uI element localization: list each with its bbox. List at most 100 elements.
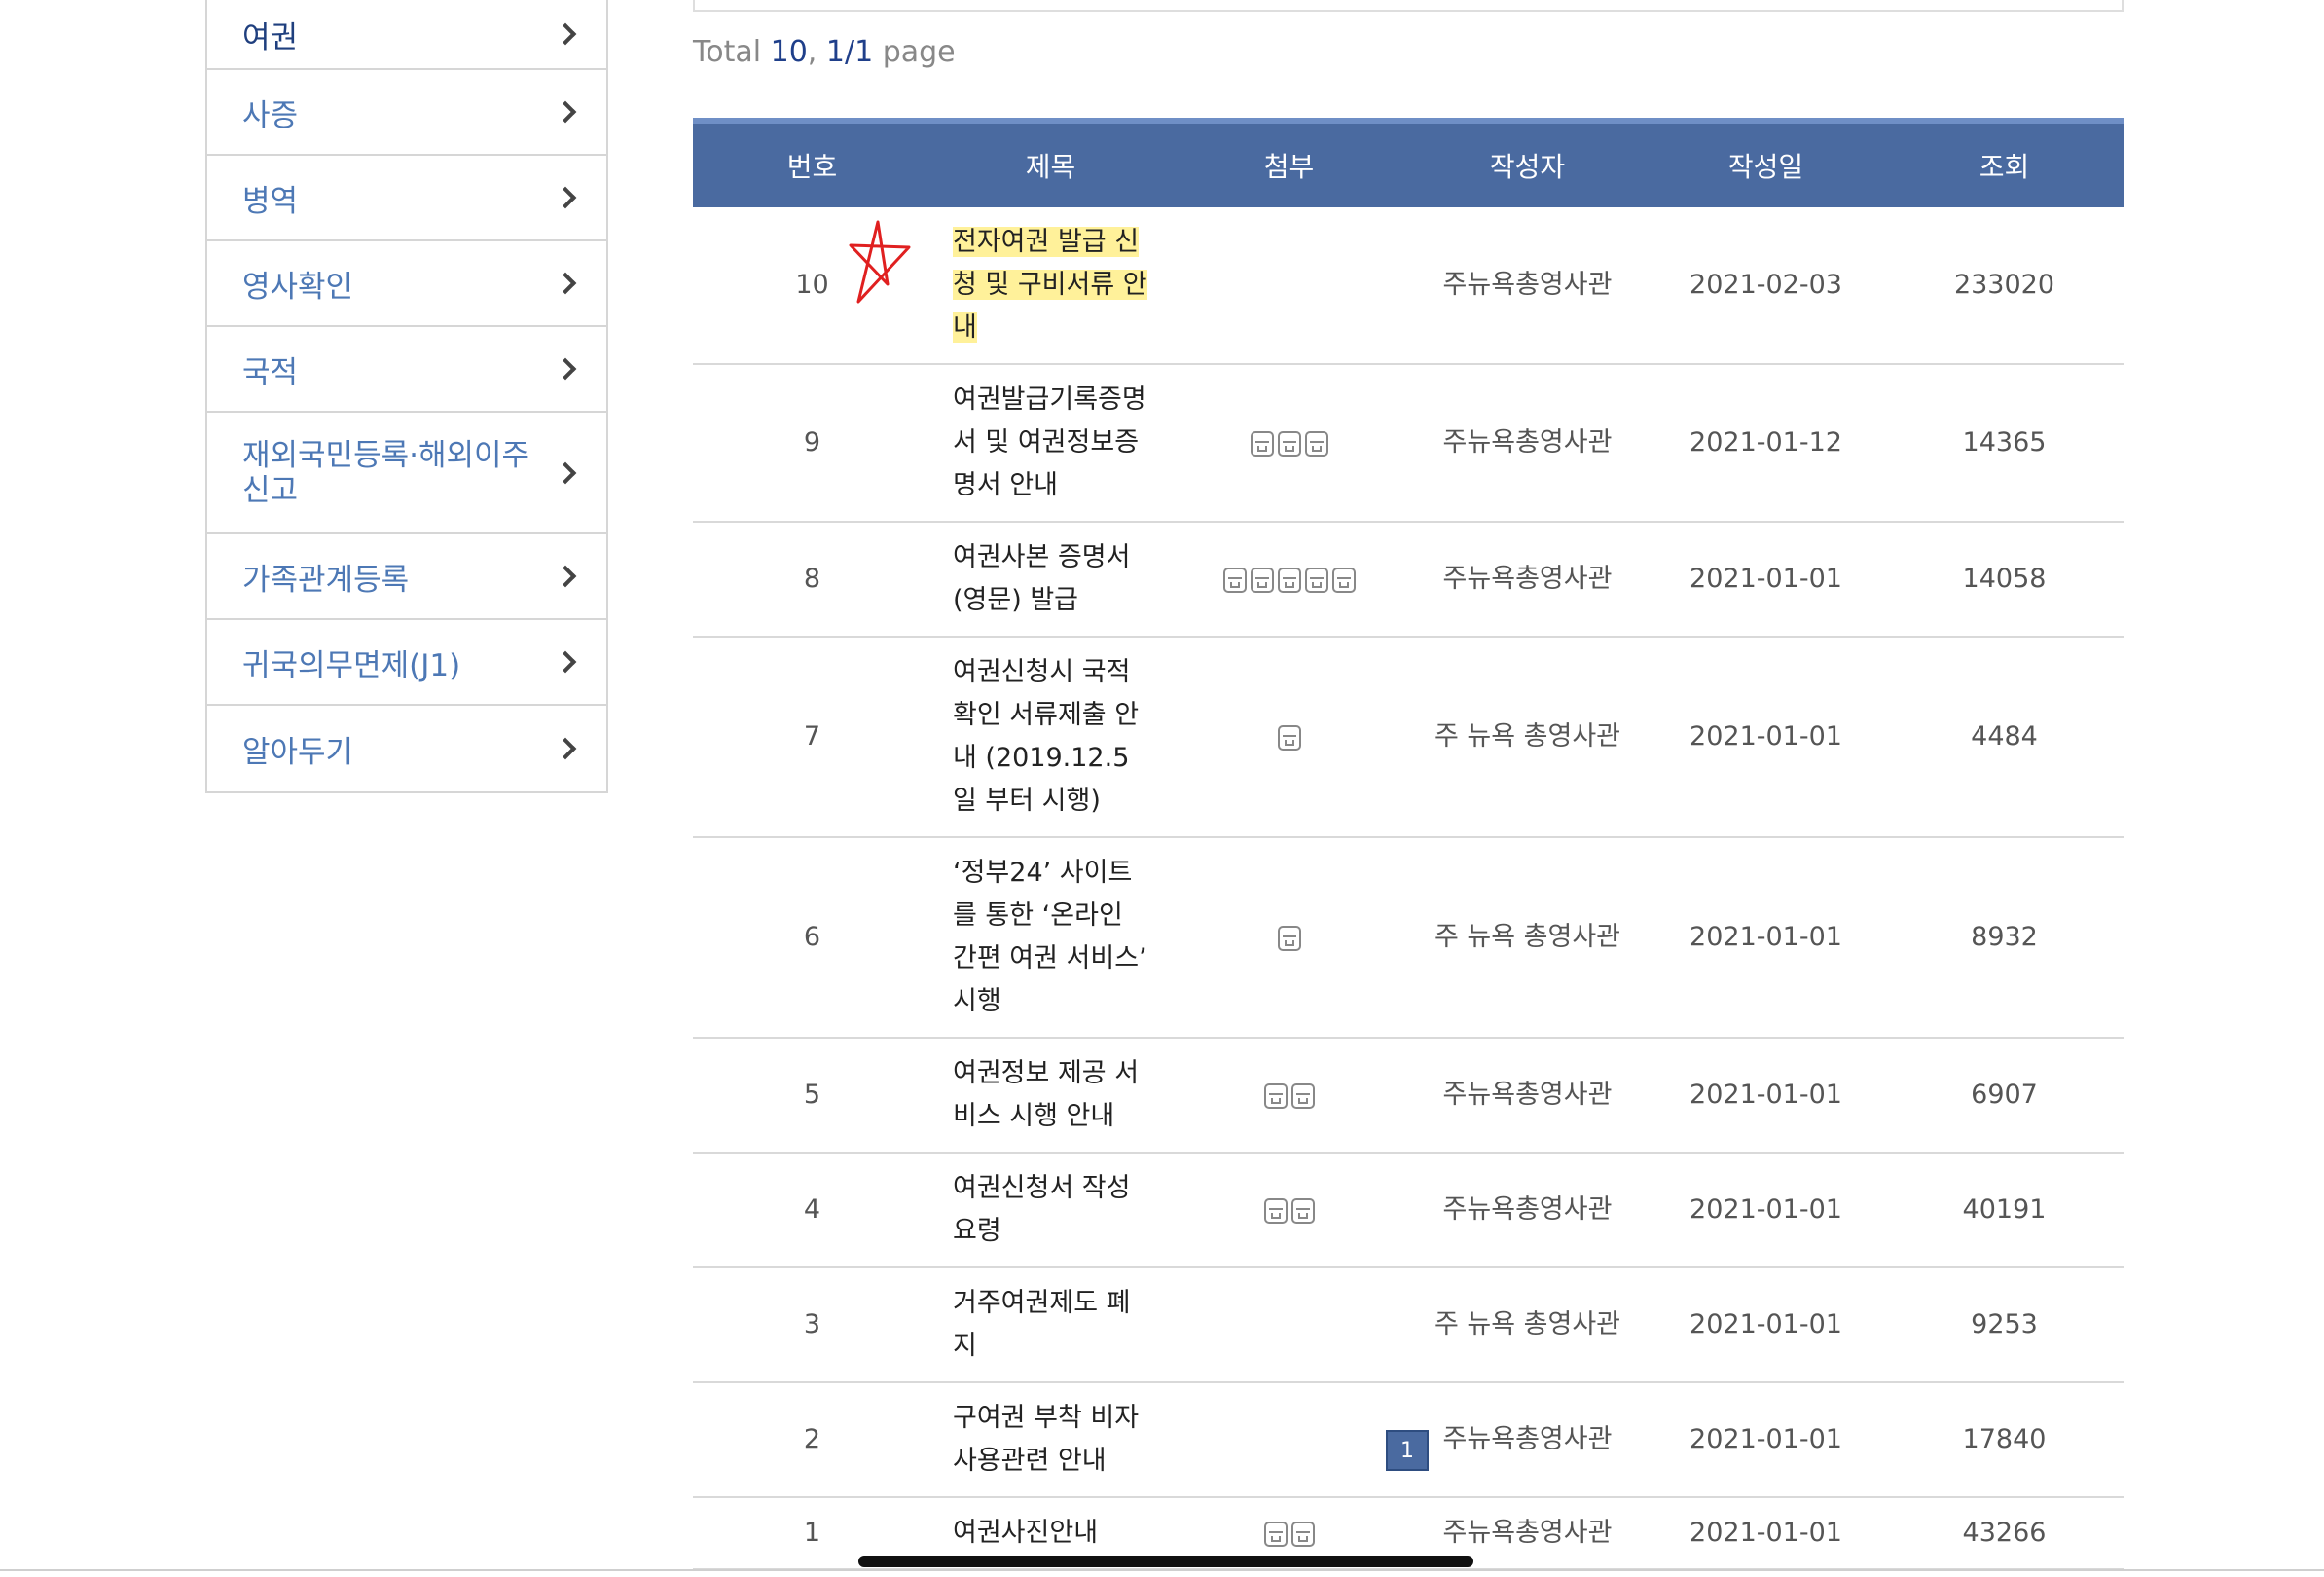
row-number: 7 xyxy=(693,637,931,838)
attachment-icon[interactable] xyxy=(1263,1082,1288,1109)
row-date: 2021-01-01 xyxy=(1647,837,1885,1039)
column-header-number: 번호 xyxy=(786,151,838,183)
row-views: 233020 xyxy=(1885,207,2124,365)
row-number: 4 xyxy=(693,1153,931,1268)
attachment-icon[interactable] xyxy=(1290,1082,1315,1109)
chevron-right-icon xyxy=(554,737,577,760)
row-attachments xyxy=(1170,1038,1408,1154)
attachment-icon[interactable] xyxy=(1277,724,1301,751)
sidebar-item-nationality[interactable]: 국적 xyxy=(207,327,606,413)
attachment-icon[interactable] xyxy=(1304,567,1328,593)
attachment-icon[interactable] xyxy=(1277,430,1301,457)
attachment-icon[interactable] xyxy=(1263,1521,1288,1547)
search-panel-bottom xyxy=(693,0,2124,12)
row-title-link[interactable]: 여권신청시 국적확인 서류제출 안내 (2019.12.5일 부터 시행) xyxy=(953,657,1139,816)
sidebar-item-label: 알아두기 xyxy=(242,734,354,770)
row-views: 8932 xyxy=(1885,837,2124,1039)
attachment-icon[interactable] xyxy=(1331,567,1356,593)
home-indicator[interactable] xyxy=(858,1556,1473,1567)
row-number: 6 xyxy=(693,837,931,1039)
divider xyxy=(0,1569,2324,1571)
row-title-cell: 여권발급기록증명서 및 여권정보증명서 안내 xyxy=(931,364,1170,523)
row-title-cell: 여권신청서 작성 요령 xyxy=(931,1153,1170,1268)
attachment-icon[interactable] xyxy=(1250,430,1274,457)
row-title-link[interactable]: 여권발급기록증명서 및 여권정보증명서 안내 xyxy=(953,385,1146,500)
attachment-icon[interactable] xyxy=(1304,430,1328,457)
attachment-icon[interactable] xyxy=(1290,1521,1315,1547)
attachment-icon[interactable] xyxy=(1290,1197,1315,1224)
row-attachments xyxy=(1170,364,1408,523)
column-header-date: 작성일 xyxy=(1727,151,1804,183)
sidebar-item-visa[interactable]: 사증 xyxy=(207,70,606,156)
notice-board-table: 번호 제목 첨부 작성자 작성일 조회 10 전자여권 발급 신청 및 구비서류 … xyxy=(693,118,2124,1570)
table-row: 9 여권발급기록증명서 및 여권정보증명서 안내 주뉴욕총영사관 2021-01-12… xyxy=(693,364,2124,523)
column-header-attachment: 첨부 xyxy=(1263,151,1315,183)
row-title-cell: 여권사본 증명서 (영문) 발급 xyxy=(931,522,1170,638)
table-row: 3 거주여권제도 폐지 주 뉴욕 총영사관 2021-01-01 9253 xyxy=(693,1267,2124,1383)
attachment-icon[interactable] xyxy=(1277,925,1301,951)
row-author: 주뉴욕총영사관 xyxy=(1408,1153,1647,1268)
column-header-title: 제목 xyxy=(1025,151,1076,183)
sidebar-item-label: 사증 xyxy=(242,97,299,133)
row-author: 주뉴욕총영사관 xyxy=(1408,1382,1647,1498)
row-title-link[interactable]: 구여권 부착 비자 사용관련 안내 xyxy=(953,1403,1139,1476)
row-title-link[interactable]: 여권정보 제공 서비스 시행 안내 xyxy=(953,1058,1139,1131)
row-date: 2021-01-01 xyxy=(1647,1497,1885,1570)
row-date: 2021-01-01 xyxy=(1647,637,1885,838)
sidebar-item-overseas-registration[interactable]: 재외국민등록·해외이주 신고 xyxy=(207,413,606,534)
row-date: 2021-01-01 xyxy=(1647,1153,1885,1268)
row-date: 2021-01-01 xyxy=(1647,522,1885,638)
total-count: Total 10, 1/1 page xyxy=(693,35,956,69)
row-title-link[interactable]: 여권신청서 작성 요령 xyxy=(953,1173,1130,1246)
chevron-right-icon xyxy=(554,186,577,209)
row-author: 주 뉴욕 총영사관 xyxy=(1408,837,1647,1039)
sidebar-item-label: 귀국의무면제(J1) xyxy=(242,647,461,683)
sidebar-item-consular-confirmation[interactable]: 영사확인 xyxy=(207,241,606,327)
row-attachments xyxy=(1170,207,1408,365)
chevron-right-icon xyxy=(554,650,577,674)
row-title-link[interactable]: 여권사본 증명서 (영문) 발급 xyxy=(953,542,1130,615)
row-number: 9 xyxy=(693,364,931,523)
row-title-cell: 여권신청시 국적확인 서류제출 안내 (2019.12.5일 부터 시행) xyxy=(931,637,1170,838)
attachment-icon[interactable] xyxy=(1263,1197,1288,1224)
row-author: 주뉴욕총영사관 xyxy=(1408,207,1647,365)
row-views: 40191 xyxy=(1885,1153,2124,1268)
red-star-annotation xyxy=(849,220,911,304)
sidebar-item-family-registration[interactable]: 가족관계등록 xyxy=(207,534,606,620)
row-title-link[interactable]: 전자여권 발급 신청 및 구비서류 안내 xyxy=(953,227,1147,343)
row-title-cell: 거주여권제도 폐지 xyxy=(931,1267,1170,1383)
attachment-icon[interactable] xyxy=(1222,567,1247,593)
table-row: 7 여권신청시 국적확인 서류제출 안내 (2019.12.5일 부터 시행) 주 … xyxy=(693,637,2124,838)
sidebar-item-return-exemption[interactable]: 귀국의무면제(J1) xyxy=(207,620,606,706)
attachment-icon[interactable] xyxy=(1250,567,1274,593)
sidebar-item-passport[interactable]: 여권 xyxy=(207,0,606,70)
chevron-right-icon xyxy=(554,461,577,484)
table-body: 10 전자여권 발급 신청 및 구비서류 안내 주뉴욕총영사관 2021-02-03 2… xyxy=(693,207,2124,1570)
table-row: 8 여권사본 증명서 (영문) 발급 주뉴욕총영사관 2021-01-01 14058 xyxy=(693,522,2124,638)
sidebar-menu: 여권 사증 병역 영사확인 국적 재외국민등록·해외이주 신고 가족관계등록 귀… xyxy=(205,0,608,793)
row-attachments xyxy=(1170,1382,1408,1498)
row-author: 주뉴욕총영사관 xyxy=(1408,364,1647,523)
chevron-right-icon xyxy=(554,357,577,381)
row-title-link[interactable]: 거주여권제도 폐지 xyxy=(953,1288,1130,1361)
row-title-link[interactable]: 여권사진안내 xyxy=(953,1518,1098,1548)
row-views: 9253 xyxy=(1885,1267,2124,1383)
sidebar-item-good-to-know[interactable]: 알아두기 xyxy=(207,706,606,791)
sidebar-item-label: 국적 xyxy=(242,354,299,390)
page-button-1[interactable]: 1 xyxy=(1386,1430,1429,1471)
row-number: 8 xyxy=(693,522,931,638)
attachment-icon[interactable] xyxy=(1277,567,1301,593)
sidebar-item-label: 영사확인 xyxy=(242,269,354,305)
row-attachments xyxy=(1170,1267,1408,1383)
row-views: 14058 xyxy=(1885,522,2124,638)
row-title-cell: 여권정보 제공 서비스 시행 안내 xyxy=(931,1038,1170,1154)
chevron-right-icon xyxy=(554,100,577,124)
row-date: 2021-01-12 xyxy=(1647,364,1885,523)
sidebar-item-military[interactable]: 병역 xyxy=(207,156,606,241)
row-views: 17840 xyxy=(1885,1382,2124,1498)
row-attachments xyxy=(1170,637,1408,838)
chevron-right-icon xyxy=(554,22,577,46)
sidebar-item-label: 병역 xyxy=(242,183,299,219)
row-title-link[interactable]: ‘정부24’ 사이트를 통한 ‘온라인 간편 여권 서비스’ 시행 xyxy=(953,858,1147,1016)
column-header-views: 조회 xyxy=(1979,151,2030,183)
